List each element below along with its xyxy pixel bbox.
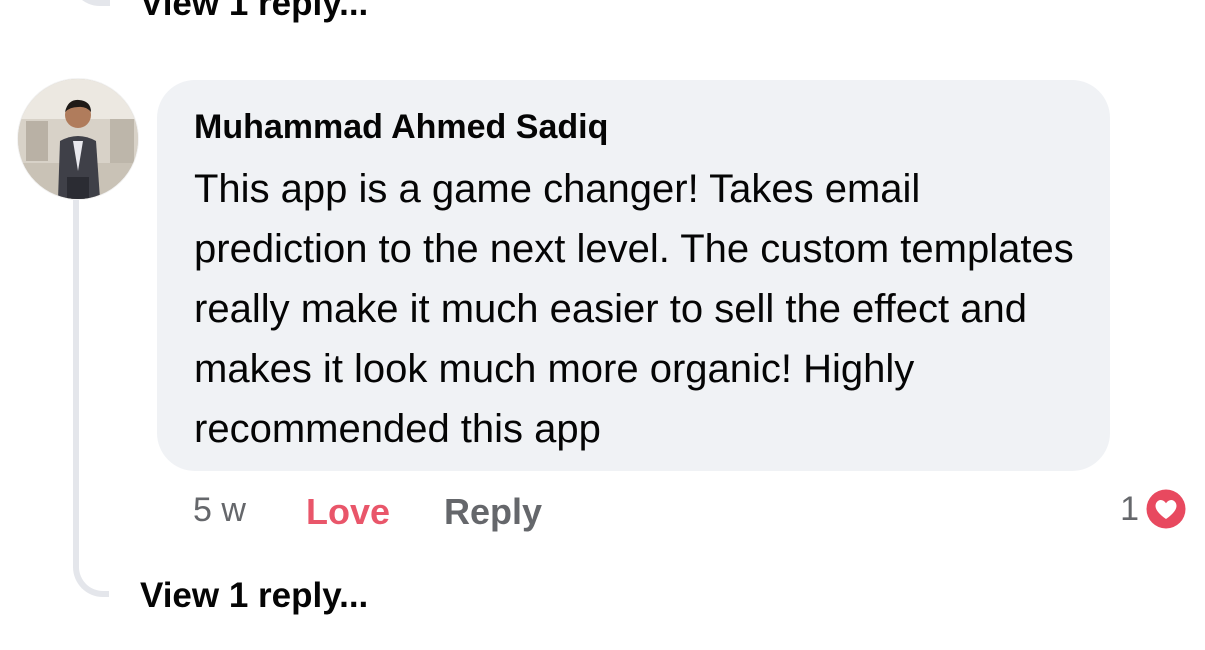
reaction-count: 1: [1120, 489, 1139, 528]
previous-view-replies-link[interactable]: View 1 reply...: [140, 0, 368, 24]
thread-connector-line: [73, 200, 109, 597]
love-heart-icon: [1144, 487, 1188, 531]
comment-author-name[interactable]: Muhammad Ahmed Sadiq: [194, 108, 1074, 146]
author-avatar[interactable]: [18, 79, 138, 199]
comment-timestamp[interactable]: 5 w: [193, 491, 246, 530]
previous-thread-connector: [70, 0, 110, 6]
avatar-photo-icon: [18, 79, 138, 199]
comment-bubble: Muhammad Ahmed Sadiq This app is a game …: [157, 80, 1110, 471]
comment-text: This app is a game changer! Takes email …: [194, 167, 1074, 451]
reaction-summary[interactable]: 1: [1120, 486, 1189, 532]
love-button[interactable]: Love: [306, 491, 390, 533]
view-replies-link[interactable]: View 1 reply...: [140, 576, 368, 616]
reply-button[interactable]: Reply: [444, 491, 542, 533]
